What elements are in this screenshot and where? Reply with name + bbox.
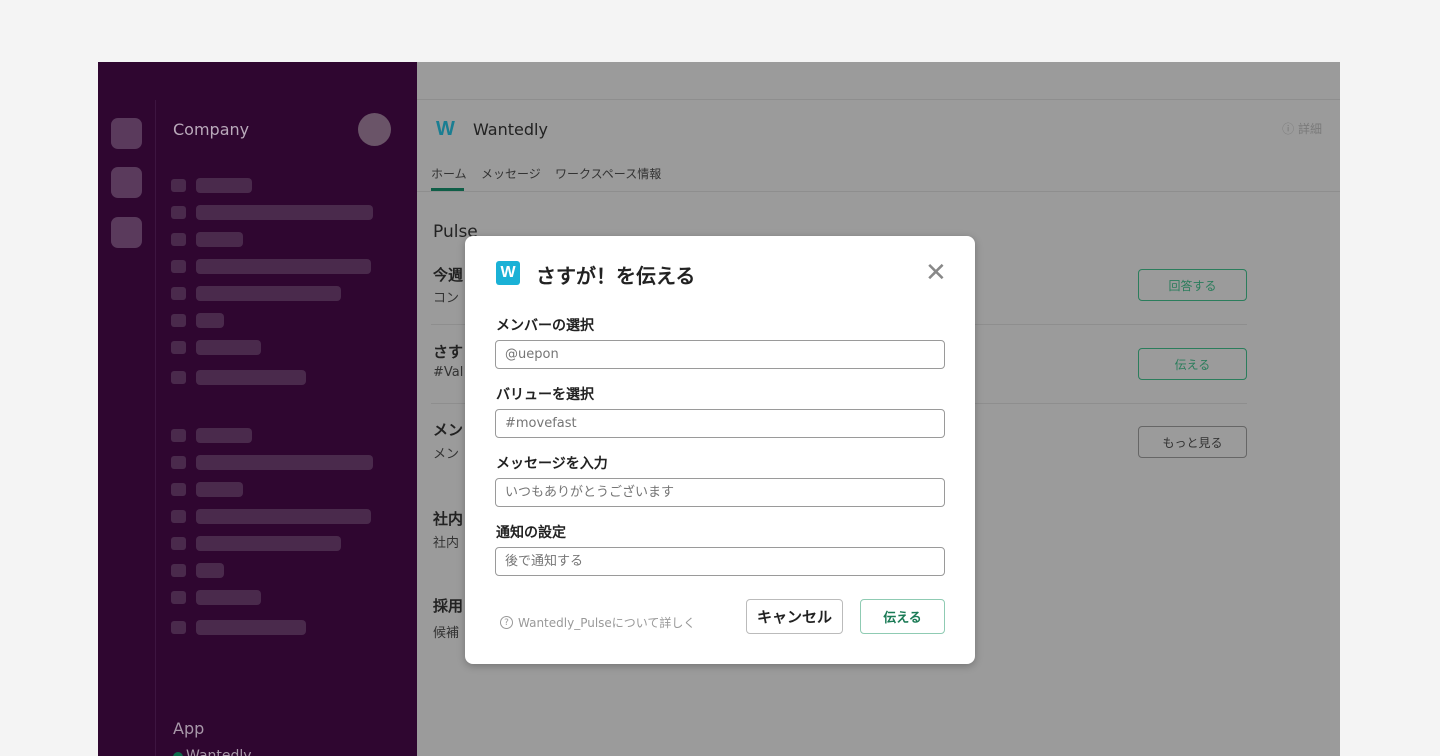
row-title: 採用: [433, 597, 464, 615]
row-title: さす: [433, 343, 464, 361]
channel-name-placeholder[interactable]: [196, 370, 306, 385]
channel-name-placeholder[interactable]: [196, 205, 373, 220]
praise-dialog: W さすが！を伝える ✕ メンバーの選択 バリューを選択 メッセージを入力 通知…: [465, 236, 975, 664]
divider: [417, 191, 1340, 192]
send-praise-button[interactable]: 伝える: [1138, 348, 1247, 380]
channel-icon-placeholder: [171, 314, 186, 327]
channel-icon-placeholder: [171, 206, 186, 219]
channel-icon-placeholder: [171, 621, 186, 634]
status-dot: [173, 752, 183, 756]
channel-icon-placeholder: [171, 537, 186, 550]
channel-name-placeholder[interactable]: [196, 620, 306, 635]
avatar[interactable]: [358, 113, 391, 146]
message-input[interactable]: [495, 478, 945, 507]
channel-name-placeholder[interactable]: [196, 590, 261, 605]
row-subtitle: 社内: [433, 536, 460, 551]
channel-name-placeholder[interactable]: [196, 563, 224, 578]
channel-icon-placeholder: [171, 341, 186, 354]
detail-label: 詳細: [1297, 122, 1322, 136]
channel-icon-placeholder: [171, 429, 186, 442]
row-title: 社内: [433, 510, 464, 528]
question-icon: ?: [500, 616, 513, 629]
row-subtitle: コン: [433, 291, 460, 306]
channel-icon-placeholder: [171, 287, 186, 300]
channel-name-placeholder[interactable]: [196, 313, 224, 328]
channel-icon-placeholder: [171, 371, 186, 384]
sidebar: Company App Wantedly: [98, 62, 417, 756]
value-label: バリューを選択: [496, 387, 594, 403]
channel-name-placeholder[interactable]: [196, 428, 252, 443]
row-subtitle: #Val: [433, 365, 464, 380]
tab-messages[interactable]: メッセージ: [481, 165, 541, 182]
wantedly-logo: W: [436, 118, 455, 140]
channel-icon-placeholder: [171, 591, 186, 604]
answer-button[interactable]: 回答する: [1138, 269, 1247, 301]
tab-home[interactable]: ホーム: [431, 165, 467, 182]
member-label: メンバーの選択: [496, 318, 594, 334]
detail-link[interactable]: ⓘ 詳細: [1282, 120, 1322, 137]
channel-name-placeholder[interactable]: [196, 536, 341, 551]
workspace-icon[interactable]: [111, 217, 142, 248]
close-icon[interactable]: ✕: [925, 260, 947, 286]
channel-name-placeholder[interactable]: [196, 259, 371, 274]
channel-icon-placeholder: [171, 260, 186, 273]
value-input[interactable]: [495, 409, 945, 438]
divider: [417, 99, 1340, 100]
message-label: メッセージを入力: [496, 456, 608, 472]
workspace-name: Company: [173, 120, 250, 139]
info-icon: ⓘ: [1282, 122, 1298, 136]
cancel-button[interactable]: キャンセル: [746, 599, 843, 634]
channel-name-placeholder[interactable]: [196, 178, 252, 193]
divider: [155, 100, 156, 756]
channel-name-placeholder[interactable]: [196, 482, 243, 497]
channel-icon-placeholder: [171, 510, 186, 523]
wantedly-logo-icon: W: [496, 261, 520, 285]
notification-label: 通知の設定: [496, 525, 566, 541]
channel-name-placeholder[interactable]: [196, 286, 341, 301]
tab-workspace-info[interactable]: ワークスペース情報: [555, 165, 661, 182]
workspace-icon[interactable]: [111, 167, 142, 198]
dialog-title: さすが！を伝える: [536, 264, 696, 288]
channel-icon-placeholder: [171, 564, 186, 577]
app-item-wantedly[interactable]: Wantedly: [186, 748, 252, 756]
row-subtitle: 候補: [433, 626, 460, 641]
row-title: 今週: [433, 266, 464, 284]
notification-input[interactable]: [495, 547, 945, 576]
channel-name-placeholder[interactable]: [196, 340, 261, 355]
row-subtitle: メン: [433, 447, 460, 462]
channel-name-placeholder[interactable]: [196, 455, 373, 470]
channel-icon-placeholder: [171, 483, 186, 496]
see-more-button[interactable]: もっと見る: [1138, 426, 1247, 458]
channel-name-placeholder[interactable]: [196, 509, 371, 524]
channel-icon-placeholder: [171, 456, 186, 469]
app-section-label: App: [173, 719, 205, 738]
app-title: Wantedly: [473, 120, 548, 139]
channel-icon-placeholder: [171, 233, 186, 246]
help-link[interactable]: ? Wantedly_Pulseについて詳しく: [500, 614, 695, 631]
row-title: メン: [433, 421, 464, 439]
workspace-icon[interactable]: [111, 118, 142, 149]
help-label: Wantedly_Pulseについて詳しく: [518, 616, 696, 630]
submit-button[interactable]: 伝える: [860, 599, 945, 634]
channel-icon-placeholder: [171, 179, 186, 192]
member-input[interactable]: [495, 340, 945, 369]
channel-name-placeholder[interactable]: [196, 232, 243, 247]
